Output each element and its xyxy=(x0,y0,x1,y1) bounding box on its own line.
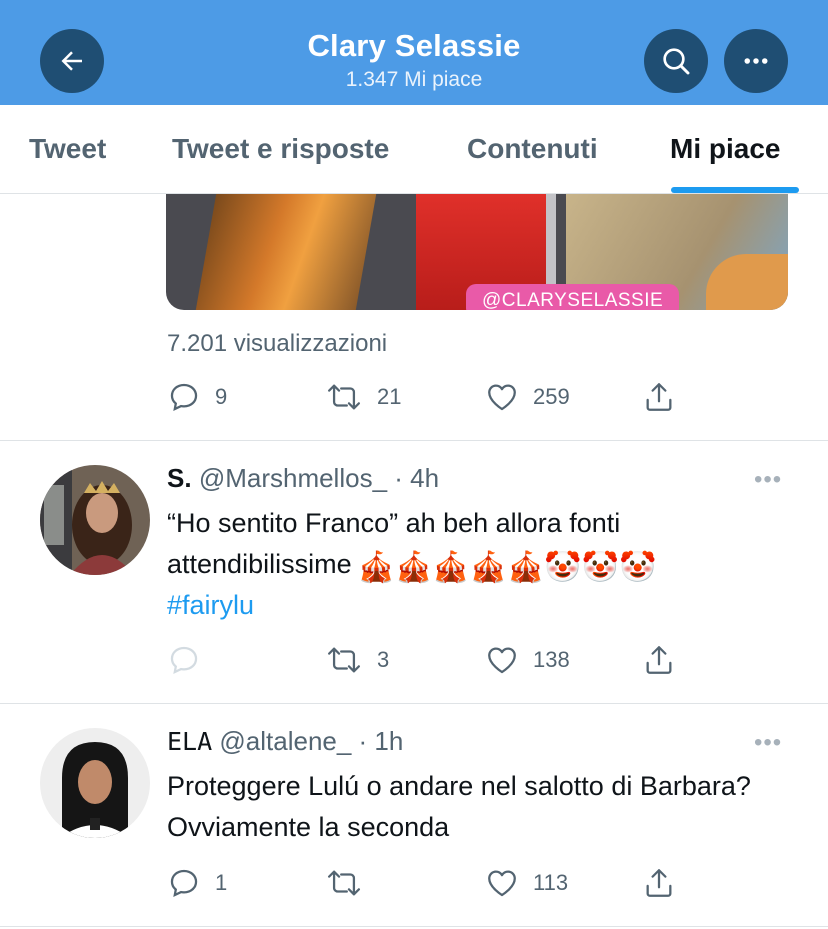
tweet-emojis: 🎪🎪🎪🎪🎪🤡🤡🤡 xyxy=(357,551,657,584)
tweet-actions: 9 21 259 xyxy=(167,377,687,417)
tab-contenuti[interactable]: Contenuti xyxy=(467,133,598,165)
reply-icon xyxy=(170,869,198,898)
search-button[interactable] xyxy=(644,29,708,93)
tweet-time: · 4h xyxy=(387,463,440,493)
like-button[interactable]: 113 xyxy=(485,863,568,903)
tweet-time: · 1h xyxy=(351,726,404,756)
retweet-button[interactable]: 3 xyxy=(325,640,389,680)
retweet-button[interactable] xyxy=(325,863,377,903)
retweet-button[interactable]: 21 xyxy=(325,377,401,417)
like-count: 113 xyxy=(533,870,569,895)
tweet-media-video[interactable]: @CLARYSELASSIE xyxy=(166,194,788,310)
divider xyxy=(0,703,828,704)
tweet-text: “Ho sentito Franco” ah beh allora fonti … xyxy=(167,503,777,626)
reply-count: 9 xyxy=(215,384,228,409)
user-handle[interactable]: @Marshmellos_ xyxy=(199,463,387,493)
share-button[interactable] xyxy=(642,640,676,680)
like-button[interactable]: 138 xyxy=(485,640,570,680)
view-count: 7.201 visualizzazioni xyxy=(167,330,388,357)
avatar[interactable] xyxy=(40,465,150,575)
tweet-text: Proteggere Lulú o andare nel salotto di … xyxy=(167,771,751,842)
reply-icon xyxy=(170,646,198,675)
search-icon xyxy=(663,48,690,75)
tweet-actions: 1 113 xyxy=(167,863,687,903)
media-watermark: @CLARYSELASSIE xyxy=(466,284,680,310)
profile-tabs: Tweet Tweet e risposte Contenuti Mi piac… xyxy=(0,105,828,194)
heart-icon xyxy=(488,870,516,897)
reply-icon xyxy=(170,383,198,412)
avatar[interactable] xyxy=(40,728,150,838)
more-icon xyxy=(744,58,768,64)
retweet-icon xyxy=(327,384,361,410)
tweet-header: S. @Marshmellos_ · 4h xyxy=(167,463,439,494)
share-button[interactable] xyxy=(642,863,676,903)
reply-button[interactable] xyxy=(167,640,215,680)
share-icon xyxy=(646,383,672,411)
retweet-count: 3 xyxy=(377,647,390,672)
user-handle[interactable]: @altalene_ xyxy=(219,726,351,756)
media-shape xyxy=(195,194,377,310)
share-icon xyxy=(646,646,672,674)
like-count: 259 xyxy=(533,384,570,409)
tweet-header: ELA @altalene_ · 1h xyxy=(167,726,403,757)
tab-mi-piace[interactable]: Mi piace xyxy=(670,133,780,165)
tab-tweet[interactable]: Tweet xyxy=(29,133,106,165)
retweet-icon xyxy=(327,870,361,896)
reply-count: 1 xyxy=(215,870,228,895)
share-button[interactable] xyxy=(642,377,676,417)
heart-icon xyxy=(488,647,516,674)
tweet-more-icon[interactable]: ••• xyxy=(754,729,782,757)
divider xyxy=(0,440,828,441)
tweet-more-icon[interactable]: ••• xyxy=(754,466,782,494)
heart-icon xyxy=(488,384,516,411)
reply-button[interactable]: 1 xyxy=(167,863,227,903)
tab-tweet-e-risposte[interactable]: Tweet e risposte xyxy=(172,133,389,165)
divider xyxy=(0,926,828,927)
reply-button[interactable]: 9 xyxy=(167,377,227,417)
retweet-icon xyxy=(327,647,361,673)
profile-header: Clary Selassie 1.347 Mi piace xyxy=(0,0,828,105)
active-tab-indicator xyxy=(671,187,799,193)
hashtag-link[interactable]: #fairylu xyxy=(167,590,254,620)
display-name[interactable]: S. xyxy=(167,463,192,493)
like-count: 138 xyxy=(533,647,570,672)
display-name[interactable]: ELA xyxy=(167,727,212,756)
retweet-count: 21 xyxy=(377,384,402,409)
tweet-actions: 3 138 xyxy=(167,640,687,680)
like-button[interactable]: 259 xyxy=(485,377,570,417)
share-icon xyxy=(646,869,672,897)
more-button[interactable] xyxy=(724,29,788,93)
